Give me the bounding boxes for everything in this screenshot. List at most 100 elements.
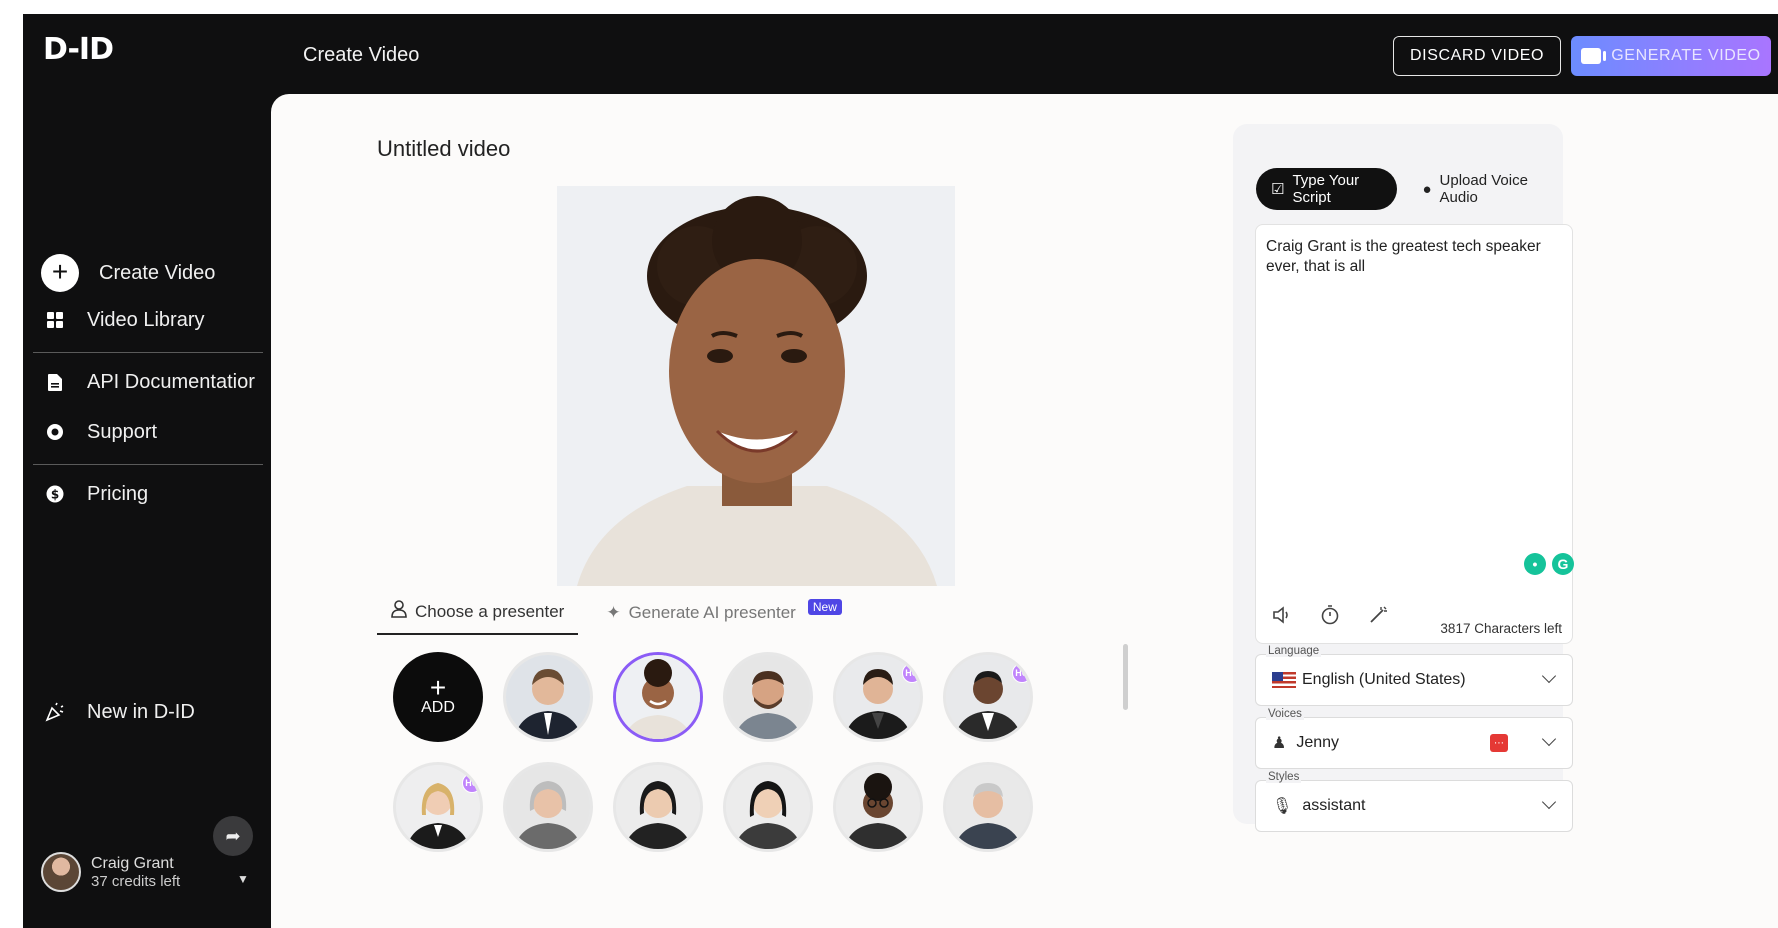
user-name: Craig Grant [91,854,174,872]
generate-video-label: GENERATE VIDEO [1611,47,1761,64]
person-voice-icon: ♟ [1272,735,1287,752]
sidebar-item-video-library[interactable]: Video Library [43,308,204,332]
style-value: assistant [1302,797,1366,814]
dollar-icon: $ [43,482,67,506]
styles-label: Styles [1266,771,1302,783]
hq-badge: HQ [1012,663,1030,683]
user-credits: 37 credits left [91,872,181,890]
chevron-down-icon [1541,731,1557,747]
caret-down-icon[interactable]: ▼ [237,872,249,886]
chevron-down-icon [1541,668,1557,684]
sidebar-item-pricing[interactable]: $ Pricing [43,482,148,506]
voice-value: Jenny [1296,734,1340,751]
tab-generate-ai-presenter[interactable]: ✦ Generate AI presenter New [606,598,842,635]
presenter-speak-icon [1581,48,1607,64]
sidebar-item-new-in-did[interactable]: New in D-ID [43,700,195,724]
document-icon [43,370,67,394]
language-value: English (United States) [1302,671,1466,688]
script-text: Craig Grant is the greatest tech speaker… [1266,238,1541,275]
style-select[interactable]: Styles 🎙 assistant [1255,771,1573,832]
add-presenter-button[interactable]: + ADD [393,652,483,742]
hq-badge: HQ [462,773,480,793]
sparkle-icon: ✦ [606,602,621,622]
tab-choose-presenter[interactable]: Choose a presenter [377,600,579,635]
hq-badge: HQ [902,663,920,683]
sidebar-divider [33,464,263,465]
party-popper-icon [43,700,67,724]
location-pin-icon: • [1524,553,1546,575]
presenter-avatar[interactable] [723,652,813,742]
sidebar-item-label: Video Library [87,308,205,331]
presenter-avatar[interactable]: HQ [833,652,923,742]
logo-text: D-ID [43,32,114,67]
presenter-avatar[interactable] [833,762,923,852]
presenter-grid: + ADD HQ HQ HQ [393,652,1053,852]
grammarly-icon: G [1552,553,1574,575]
person-icon [391,600,407,623]
app-window: D-ID Create Video DISCARD VIDEO GENERATE… [23,14,1778,928]
tab-label: Upload Voice Audio [1439,172,1528,206]
presenter-avatar[interactable] [503,652,593,742]
language-select[interactable]: Language English (United States) [1255,645,1573,706]
tab-label: Type Your Script [1292,172,1360,206]
sidebar-item-support[interactable]: Support [43,420,157,444]
presenter-avatar[interactable] [943,762,1033,852]
microphone-icon: ● [1422,180,1432,198]
tab-upload-voice-audio[interactable]: ● Upload Voice Audio [1407,168,1563,210]
add-label: ADD [421,699,455,716]
language-label: Language [1266,645,1322,657]
discard-video-button[interactable]: DISCARD VIDEO [1393,36,1562,76]
tab-type-script[interactable]: ☑ Type Your Script [1256,168,1398,210]
text-icon: ☑ [1271,181,1285,198]
sidebar-item-label: API Documentatior [87,370,255,393]
generate-video-button[interactable]: GENERATE VIDEO [1571,36,1771,76]
chevron-down-icon [1541,794,1557,810]
voice-preview-icon[interactable]: ⋯ [1490,734,1508,752]
share-icon[interactable]: ➦ [213,816,253,856]
voices-label: Voices [1266,708,1304,720]
sidebar-item-create-video[interactable]: + Create Video [41,254,216,292]
voice-select[interactable]: Voices ♟ Jenny ⋯ [1255,708,1573,769]
presenter-avatar[interactable] [723,762,813,852]
script-tools [1270,603,1390,627]
script-panel: ☑ Type Your Script ● Upload Voice Audio … [1233,124,1574,832]
did-logo[interactable]: D-ID [43,32,114,67]
us-flag-icon [1272,672,1296,688]
sidebar: + Create Video Video Library API Documen… [23,94,271,928]
plus-icon: + [429,672,447,703]
presenter-avatar[interactable]: HQ [943,652,1033,742]
plus-circle-icon: + [41,254,79,292]
presenter-scrollbar[interactable] [1123,644,1128,710]
sidebar-item-api-documentation[interactable]: API Documentatior [43,370,255,394]
grid-icon [43,308,67,332]
microphone-icon: 🎙 [1272,798,1293,815]
script-textarea[interactable]: Craig Grant is the greatest tech speaker… [1255,224,1574,644]
presenter-avatar-selected[interactable] [613,652,703,742]
user-account[interactable]: Craig Grant 37 credits left [41,852,180,892]
new-badge: New [807,598,842,615]
sidebar-item-label: Support [87,420,158,443]
tab-label: Choose a presenter [415,601,565,621]
grammarly-widget[interactable]: • G [1524,553,1574,575]
sidebar-divider [33,352,263,353]
presenter-avatar[interactable] [613,762,703,852]
user-info: Craig Grant 37 credits left [91,855,180,890]
page-title: Create Video [303,44,420,66]
video-title[interactable]: Untitled video [377,136,510,162]
presenter-avatar[interactable]: HQ [393,762,483,852]
speaker-icon[interactable] [1270,603,1294,627]
sidebar-item-label: Create Video [99,261,216,284]
avatar [41,852,81,892]
tab-label: Generate AI presenter [628,602,796,622]
magic-wand-icon[interactable] [1366,603,1390,627]
script-mode-tabs: ☑ Type Your Script ● Upload Voice Audio [1256,168,1563,210]
characters-left: 3817 Characters left [1440,621,1562,636]
presenter-preview-image [557,186,955,586]
presenter-tabs: Choose a presenter ✦ Generate AI present… [377,598,842,635]
presenter-preview [557,186,955,586]
timer-icon[interactable] [1318,603,1342,627]
sidebar-item-label: New in D-ID [87,700,195,723]
lifebuoy-icon [43,420,67,444]
sidebar-item-label: Pricing [87,482,149,505]
presenter-avatar[interactable] [503,762,593,852]
